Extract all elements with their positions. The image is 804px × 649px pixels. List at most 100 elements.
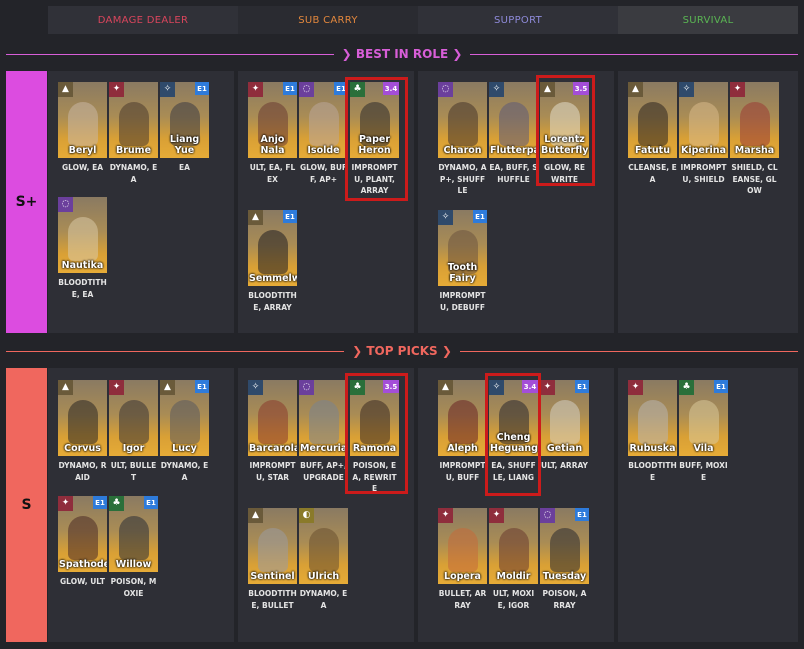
character-card-aleph[interactable]: ▲ Aleph IMPROMPTU, BUFF: [438, 380, 487, 483]
character-card-lucy[interactable]: ▲ E1 Lucy DYNAMO, EA: [160, 380, 209, 483]
character-card-willow[interactable]: ♣ E1 Willow POISON, MOXIE: [109, 496, 158, 599]
mineral-type-icon: ▲: [438, 380, 453, 395]
e1-badge: E1: [714, 380, 728, 393]
character-tags: EA, BUFF, SHUFFLE: [489, 163, 538, 184]
character-card-flutterpage[interactable]: ✧ Flutterpage EA, BUFF, SHUFFLE: [489, 82, 538, 185]
intellect-type-icon: ◐: [299, 508, 314, 523]
character-card-brume[interactable]: ✦ Brume DYNAMO, EA: [109, 82, 158, 185]
column-header-support: SUPPORT: [418, 6, 618, 34]
portrait-art: [637, 400, 668, 444]
character-portrait: ✦ E1 Anjo Nala: [248, 82, 297, 158]
character-card-tuesday[interactable]: ◌ E1 Tuesday POISON, ARRAY: [540, 508, 589, 611]
character-card-beryl[interactable]: ▲ Beryl GLOW, EA: [58, 82, 107, 174]
character-tags: ULT, EA, FLEX: [249, 163, 296, 184]
portrait-art: [308, 528, 339, 572]
version-badge: 3.4: [383, 82, 399, 95]
character-portrait: ♣ E1 Willow: [109, 496, 158, 572]
character-portrait: ✦ Brume: [109, 82, 158, 158]
character-card-moldir[interactable]: ✦ Moldir ULT, MOXIE, IGOR: [489, 508, 538, 611]
plant-type-icon: ♣: [350, 82, 365, 97]
character-portrait: ✧ E1 Liang Yue: [160, 82, 209, 158]
portrait-art: [67, 102, 98, 146]
character-portrait: ✦ Lopera: [438, 508, 487, 584]
character-card-nautika[interactable]: ◌ Nautika BLOODTITHE, EA: [58, 197, 107, 300]
portrait-art: [498, 528, 529, 572]
character-card-semmelweis[interactable]: ▲ E1 Semmelweis BLOODTITHE, ARRAY: [248, 210, 297, 313]
character-card-cheng-heguang[interactable]: ✧ 3.4 Cheng Heguang EA, SHUFFLE, LIANG: [489, 380, 538, 483]
character-name: Kiperina: [681, 145, 726, 156]
e1-badge: E1: [575, 380, 589, 393]
character-portrait: ◌ Charon: [438, 82, 487, 158]
character-card-lorentz-butterfly[interactable]: ▲ 3.5 Lorentz Butterfly GLOW, REWRITE: [540, 82, 589, 185]
portrait-art: [257, 230, 288, 274]
character-name: Beryl: [68, 145, 97, 156]
beast-type-icon: ✦: [109, 82, 124, 97]
character-card-ulrich[interactable]: ◐ Ulrich DYNAMO, EA: [299, 508, 348, 611]
portrait-art: [67, 217, 98, 261]
character-card-paper-heron[interactable]: ♣ 3.4 Paper Heron IMPROMPTU, PLANT, ARRAY: [350, 82, 399, 197]
character-card-barcarola[interactable]: ✧ Barcarola IMPROMPTU, STAR: [248, 380, 297, 483]
portrait-art: [447, 400, 478, 444]
character-card-ramona[interactable]: ♣ 3.5 Ramona POISON, EA, REWRITE: [350, 380, 399, 495]
character-tags: BLOODTITHE: [628, 461, 677, 482]
character-tags: BLOODTITHE, ARRAY: [248, 291, 297, 312]
mineral-type-icon: ▲: [248, 210, 263, 225]
character-name: Aleph: [447, 443, 478, 454]
character-tags: DYNAMO, EA: [109, 163, 158, 184]
character-tags: BLOODTITHE, EA: [58, 278, 107, 299]
character-card-getian[interactable]: ✦ E1 Getian ULT, ARRAY: [540, 380, 589, 472]
portrait-art: [118, 400, 149, 444]
character-card-anjo-nala[interactable]: ✦ E1 Anjo Nala ULT, EA, FLEX: [248, 82, 297, 185]
portrait-art: [257, 400, 288, 444]
e1-badge: E1: [575, 508, 589, 521]
character-card-sentinel[interactable]: ▲ Sentinel BLOODTITHE, BULLET: [248, 508, 297, 611]
portrait-art: [637, 102, 668, 146]
character-tags: ULT, BULLET: [110, 461, 157, 482]
character-card-charon[interactable]: ◌ Charon DYNAMO, AP+, SHUFFLE: [438, 82, 487, 197]
portrait-art: [549, 400, 580, 444]
character-card-fatutu[interactable]: ▲ Fatutu CLEANSE, EA: [628, 82, 677, 185]
character-name: Igor: [122, 443, 145, 454]
character-tags: BUFF, MOXIE: [679, 461, 728, 482]
character-portrait: ✦ E1 Getian: [540, 380, 589, 456]
character-name: Corvus: [64, 443, 101, 454]
portrait-art: [67, 400, 98, 444]
divider-top-picks: ❯ TOP PICKS ❯: [6, 341, 798, 361]
character-card-tooth-fairy[interactable]: ✧ E1 Tooth Fairy IMPROMPTU, DEBUFF: [438, 210, 487, 313]
character-card-vila[interactable]: ♣ E1 Vila BUFF, MOXIE: [679, 380, 728, 483]
character-card-mercuria[interactable]: ◌ Mercuria BUFF, AP+, UPGRADE: [299, 380, 348, 483]
character-card-igor[interactable]: ✦ Igor ULT, BULLET: [109, 380, 158, 483]
character-portrait: ✦ Igor: [109, 380, 158, 456]
character-tags: ULT, MOXIE, IGOR: [492, 589, 535, 610]
character-card-rubuska[interactable]: ✦ Rubuska BLOODTITHE: [628, 380, 677, 483]
character-name: Sentinel: [250, 571, 295, 582]
character-card-lopera[interactable]: ✦ Lopera BULLET, ARRAY: [438, 508, 487, 611]
tier-label-text: S+: [15, 194, 38, 210]
portrait-art: [118, 102, 149, 146]
character-tags: GLOW, REWRITE: [543, 163, 586, 184]
character-card-corvus[interactable]: ▲ Corvus DYNAMO, RAID: [58, 380, 107, 483]
character-portrait: ▲ Corvus: [58, 380, 107, 456]
character-name: Charon: [443, 145, 482, 156]
character-name: Lopera: [444, 571, 481, 582]
character-name: Getian: [546, 443, 583, 454]
character-card-spathodea[interactable]: ✦ E1 Spathodea GLOW, ULT: [58, 496, 107, 588]
character-card-liang-yue[interactable]: ✧ E1 Liang Yue EA: [160, 82, 209, 174]
character-tags: DYNAMO, RAID: [58, 461, 107, 482]
character-name: Tooth Fairy: [447, 262, 478, 284]
column-header-sub-carry: SUB CARRY: [238, 6, 418, 34]
character-card-isolde[interactable]: ◌ E1 Isolde GLOW, BUFF, AP+: [299, 82, 348, 185]
mineral-type-icon: ▲: [540, 82, 555, 97]
version-badge: 3.4: [522, 380, 538, 393]
character-card-kiperina[interactable]: ✧ Kiperina IMPROMPTU, SHIELD: [679, 82, 728, 185]
portrait-art: [308, 102, 339, 146]
character-tags: ULT, ARRAY: [540, 461, 588, 470]
character-portrait: ▲ Aleph: [438, 380, 487, 456]
character-tags: DYNAMO, EA: [299, 589, 348, 610]
tier-label-text: S: [21, 497, 32, 513]
character-card-marsha[interactable]: ✦ Marsha SHIELD, CLEANSE, GLOW: [730, 82, 779, 197]
spirit-type-icon: ◌: [299, 380, 314, 395]
mineral-type-icon: ▲: [58, 380, 73, 395]
character-portrait: ◌ Nautika: [58, 197, 107, 273]
beast-type-icon: ✦: [109, 380, 124, 395]
